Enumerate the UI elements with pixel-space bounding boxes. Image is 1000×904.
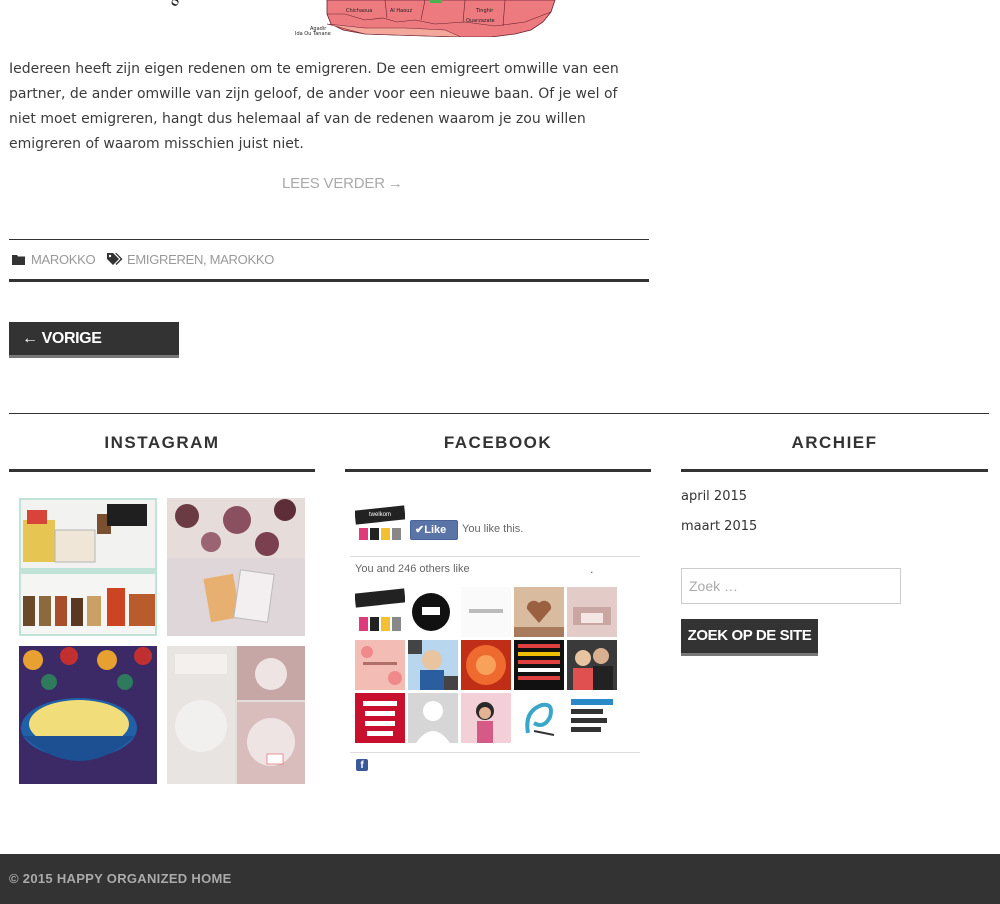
widget-title-rule <box>9 469 315 472</box>
instagram-photo[interactable] <box>19 646 157 784</box>
facebook-like-button[interactable]: ✔Like <box>410 520 458 540</box>
instagram-grid <box>19 498 305 784</box>
previous-articles-button[interactable]: ← Vorige artikelen <box>9 322 179 381</box>
facebook-fan-avatar[interactable] <box>567 640 617 690</box>
facebook-fan-avatar[interactable] <box>408 640 458 690</box>
read-more-label: Lees verder <box>282 175 385 192</box>
facebook-fan-avatar[interactable] <box>514 693 564 743</box>
map-town-label: Al Haouz <box>390 8 413 14</box>
category-link[interactable]: Marokko <box>31 252 96 267</box>
instagram-photo[interactable] <box>167 498 305 636</box>
map-town-label: Chichaoua <box>346 8 373 14</box>
instagram-photo[interactable] <box>167 646 305 784</box>
site-footer: © 2015 Happy Organized Home <box>0 854 1000 904</box>
facebook-fan-avatar[interactable] <box>355 693 405 743</box>
search-input[interactable] <box>681 568 901 604</box>
read-more-link[interactable]: Lees verder → <box>282 175 403 192</box>
search-button[interactable]: Zoek op de site <box>681 619 818 656</box>
map-regions <box>326 0 556 37</box>
facebook-fan-avatar[interactable] <box>461 693 511 743</box>
archive-widget-title: Archief <box>791 433 878 452</box>
arrow-right-icon: → <box>387 175 403 192</box>
map-town-label: Tinghir <box>476 8 494 14</box>
folder-icon <box>12 255 25 265</box>
facebook-like-status: You like this. <box>462 523 524 535</box>
facebook-fan-count-suffix: . <box>590 563 594 576</box>
widget-title-rule <box>345 469 651 472</box>
facebook-like-label: Like <box>424 524 447 536</box>
instagram-photo[interactable] <box>19 498 157 636</box>
instagram-widget-title: Instagram <box>104 433 220 452</box>
map-image: Océan A Chichaoua Al Haouz Tinghir Ouarz… <box>160 0 560 38</box>
checkmark-icon: ✔ <box>415 524 425 536</box>
footer-widgets-divider <box>9 413 989 414</box>
footer-copyright: © 2015 Happy Organized Home <box>9 871 232 886</box>
facebook-fan-avatar[interactable] <box>514 640 564 690</box>
facebook-icon[interactable]: f <box>356 759 368 771</box>
tag-link[interactable]: Emigreren <box>127 252 203 267</box>
facebook-widget-title: Facebook <box>443 433 553 452</box>
tag-link[interactable]: Marokko <box>210 252 275 267</box>
facebook-separator <box>350 556 640 557</box>
post-meta-bar: Marokko Emigreren, Marokko <box>9 239 649 282</box>
facebook-page-logo-text: twelkom <box>369 512 391 518</box>
facebook-fan-count: You and 246 others like <box>355 563 470 575</box>
facebook-fan-avatar[interactable] <box>408 587 458 637</box>
map-town-label: Ida Ou Tanane <box>295 31 331 37</box>
facebook-separator <box>350 752 640 753</box>
tag-list: Emigreren, Marokko <box>127 252 274 267</box>
widget-title-rule <box>681 469 988 472</box>
facebook-like-box: twelkom ✔Like You like this. You and 246… <box>350 494 640 776</box>
facebook-fan-avatar[interactable] <box>567 693 617 743</box>
map-town-label: Ouarzazate <box>466 18 495 24</box>
tags-icon <box>107 253 123 265</box>
archive-link[interactable]: april 2015 <box>681 489 747 504</box>
facebook-fan-avatar[interactable] <box>355 640 405 690</box>
facebook-fan-avatar[interactable] <box>408 693 458 743</box>
tag-separator: , <box>203 252 207 267</box>
map-ocean-label: Océan A <box>170 0 202 9</box>
facebook-fan-avatar[interactable] <box>355 587 405 637</box>
facebook-fan-avatar[interactable] <box>461 640 511 690</box>
facebook-fan-avatar[interactable] <box>567 587 617 637</box>
facebook-fan-avatar[interactable] <box>461 587 511 637</box>
post-excerpt: Iedereen heeft zijn eigen redenen om te … <box>9 61 619 152</box>
archive-link[interactable]: maart 2015 <box>681 519 757 534</box>
facebook-page-logo[interactable]: twelkom <box>354 502 406 542</box>
facebook-fan-avatar[interactable] <box>514 587 564 637</box>
